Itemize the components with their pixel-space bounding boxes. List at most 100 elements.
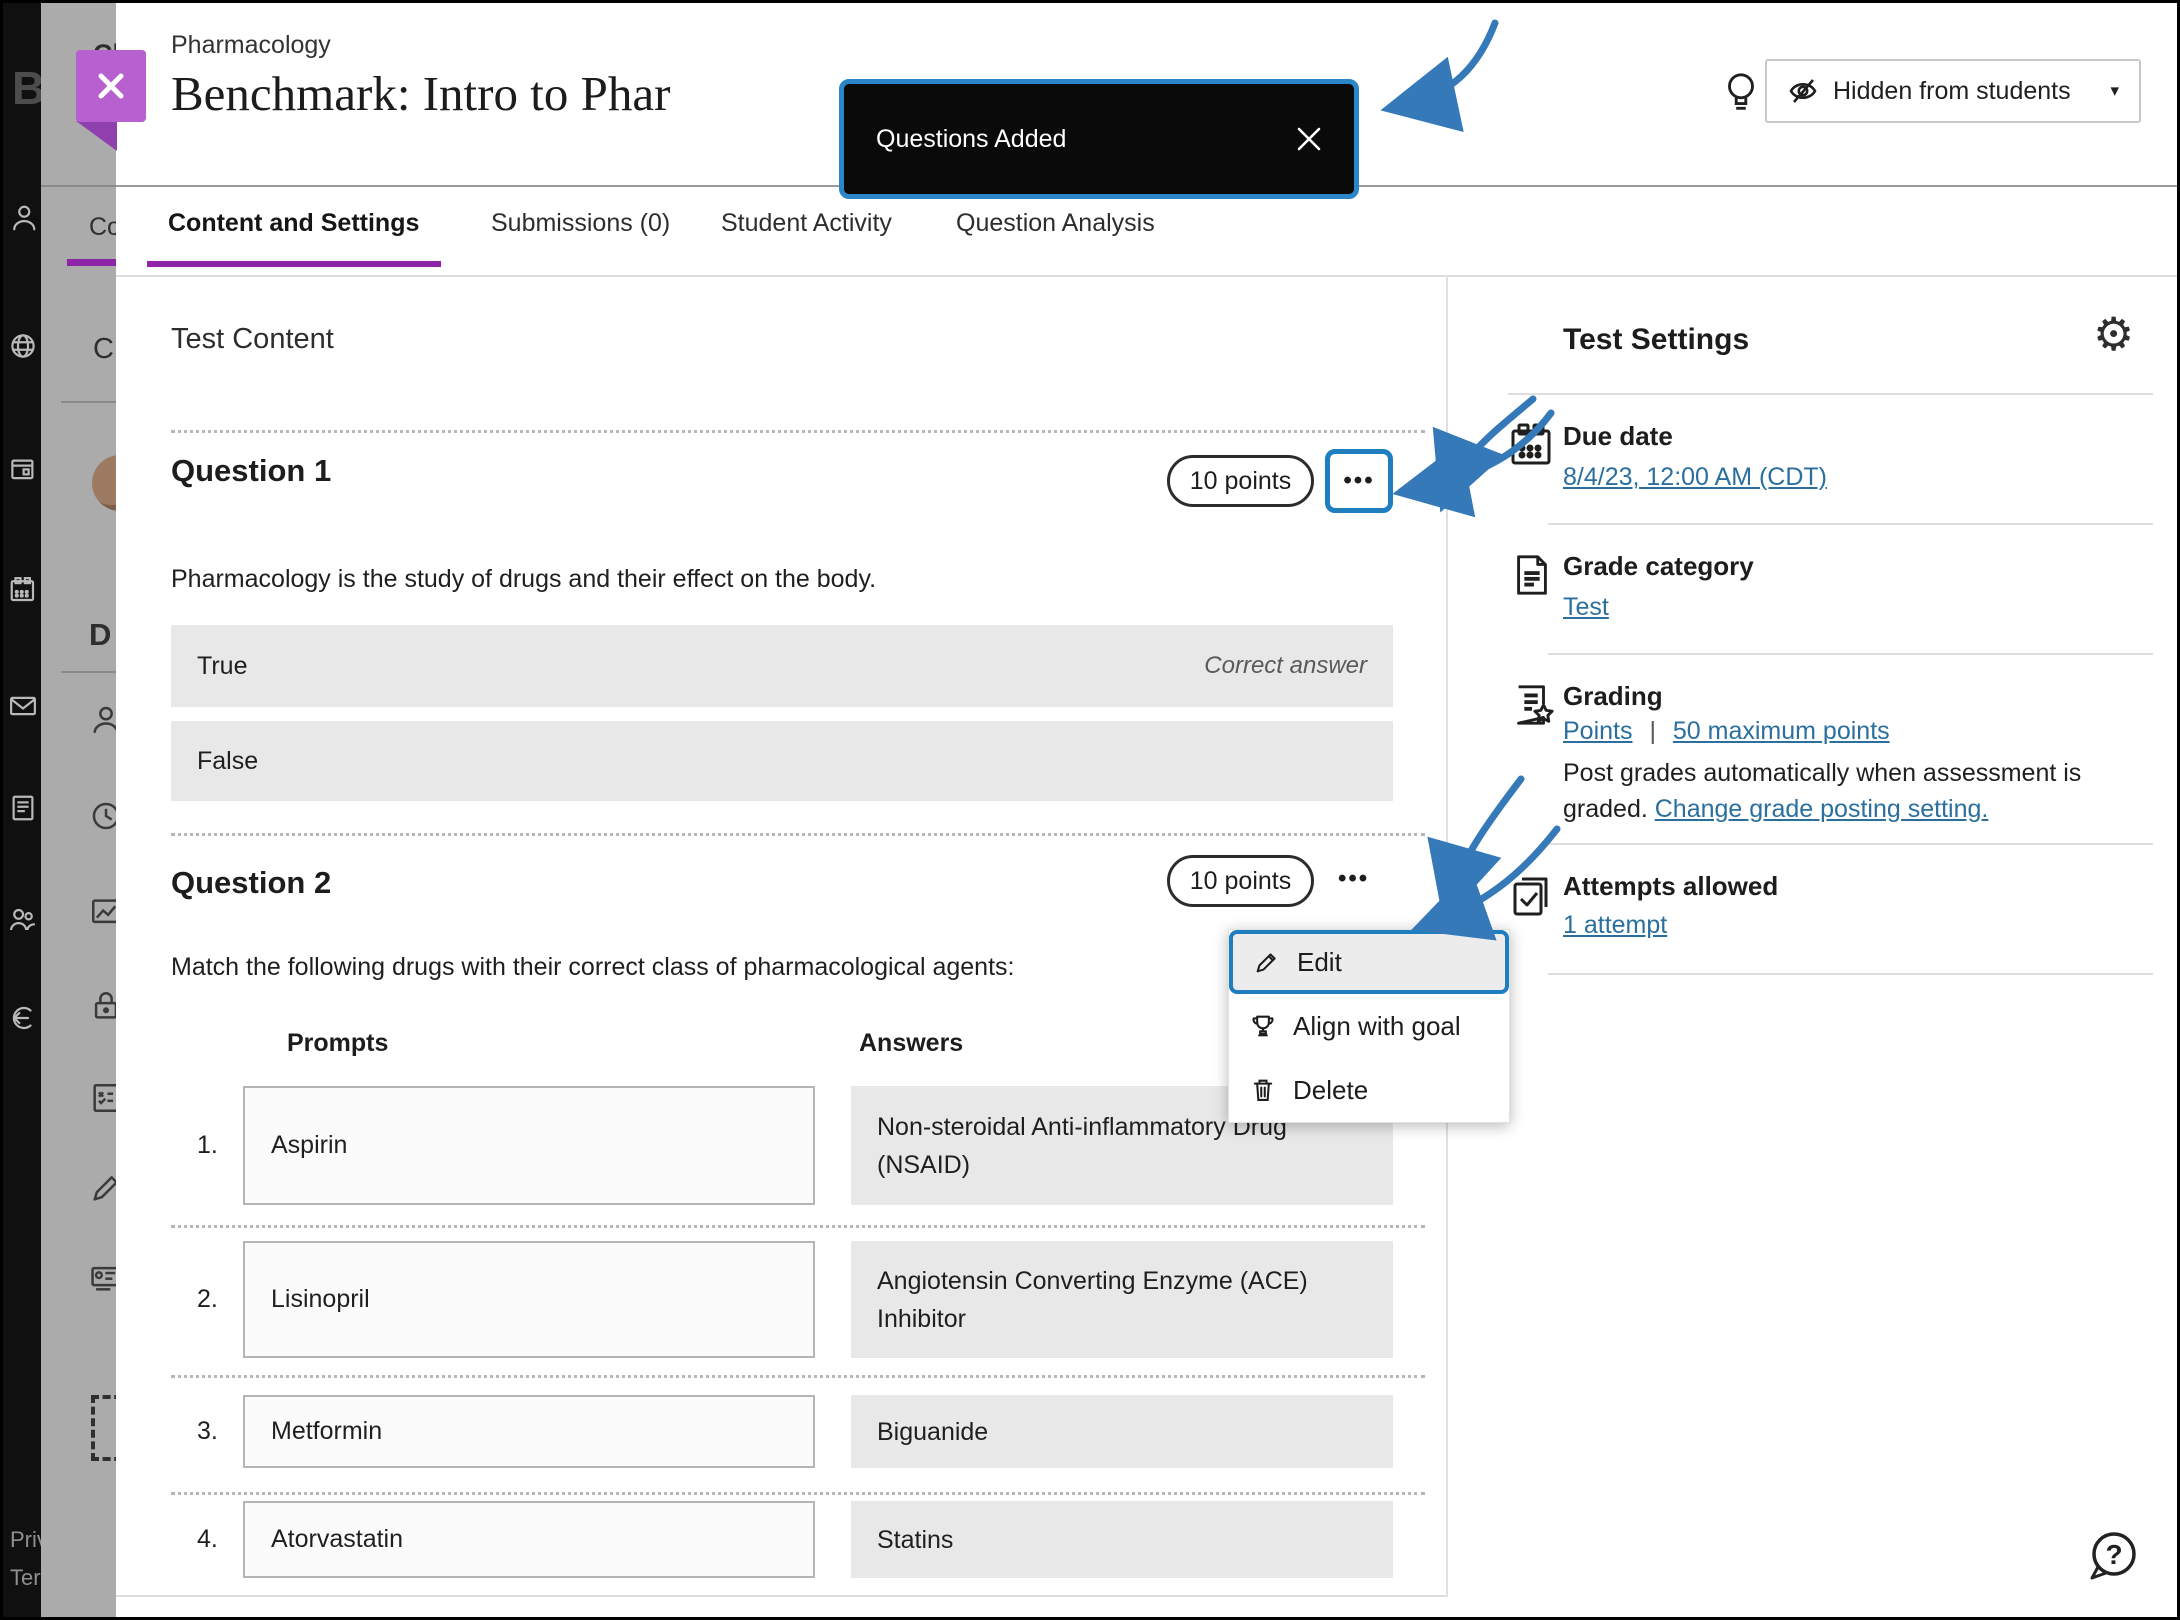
pair-number: 3. — [197, 1417, 218, 1446]
tab-question-analysis[interactable]: Question Analysis — [956, 209, 1155, 238]
answer-box: Biguanide — [851, 1395, 1393, 1468]
person-icon — [89, 703, 116, 737]
test-panel: Pharmacology Benchmark: Intro to Phar Hi… — [116, 3, 2177, 1617]
people-icon[interactable] — [8, 905, 38, 935]
answer-option-true: True Correct answer — [171, 625, 1393, 707]
signout-icon[interactable] — [8, 1003, 38, 1033]
prompt-field[interactable]: Aspirin — [243, 1086, 815, 1205]
tab-submissions[interactable]: Submissions (0) — [491, 209, 670, 238]
background-heading-2: D — [89, 617, 111, 653]
question-1-menu-button[interactable]: ••• — [1325, 449, 1393, 513]
grade-category-label: Grade category — [1563, 551, 1754, 582]
tab-content-and-settings[interactable]: Content and Settings — [168, 209, 419, 238]
answer-box: Angiotensin Converting Enzyme (ACE) Inhi… — [851, 1241, 1393, 1358]
person-icon[interactable] — [8, 203, 38, 233]
correct-answer-note: Correct answer — [1204, 652, 1367, 680]
close-panel-button[interactable] — [76, 50, 146, 122]
chart-icon — [89, 895, 116, 929]
toast-close-icon[interactable] — [1294, 124, 1324, 154]
answer-label: True — [197, 652, 247, 681]
pair-number: 4. — [197, 1525, 218, 1554]
pencil-icon — [89, 1171, 116, 1205]
globe-icon[interactable] — [8, 331, 38, 361]
calendar-icon[interactable] — [8, 575, 38, 605]
help-button[interactable]: ? — [2084, 1527, 2142, 1585]
close-icon — [93, 68, 129, 104]
ellipsis-icon: ••• — [1343, 467, 1374, 495]
question-1-text: Pharmacology is the study of drugs and t… — [171, 565, 876, 594]
max-points-link[interactable]: 50 maximum points — [1673, 717, 1890, 745]
section-heading: Test Content — [171, 323, 334, 356]
trash-icon — [1249, 1076, 1277, 1104]
attempts-link[interactable]: 1 attempt — [1563, 911, 1667, 940]
grade-posting-link[interactable]: Change grade posting setting. — [1655, 795, 1989, 823]
prompts-header: Prompts — [287, 1029, 388, 1058]
global-nav-sidebar: B Priv Ter — [3, 3, 41, 1617]
clock-icon — [89, 799, 116, 833]
visibility-dropdown[interactable]: Hidden from students ▾ — [1765, 59, 2141, 123]
question-2-text: Match the following drugs with their cor… — [171, 953, 1014, 982]
calendar-icon — [1507, 421, 1555, 469]
grading-label: Grading — [1563, 681, 1663, 712]
due-date-link[interactable]: 8/4/23, 12:00 AM (CDT) — [1563, 463, 1827, 492]
menu-item-edit[interactable]: Edit — [1229, 930, 1509, 994]
due-date-label: Due date — [1563, 421, 1673, 452]
menu-item-label: Delete — [1293, 1075, 1368, 1106]
grading-description: Post grades automatically when assessmen… — [1563, 755, 2155, 827]
active-tab-underline — [147, 261, 441, 267]
answer-option-false: False — [171, 721, 1393, 801]
prompt-field[interactable]: Atorvastatin — [243, 1501, 815, 1578]
toast-notification: Questions Added — [839, 79, 1359, 199]
mail-icon[interactable] — [8, 691, 38, 721]
question-2-menu-button[interactable]: ••• — [1338, 865, 1369, 893]
background-heading: C — [93, 333, 114, 366]
answer-box: Statins — [851, 1501, 1393, 1578]
prompt-field[interactable]: Metformin — [243, 1395, 815, 1468]
question-1-points-pill[interactable]: 10 points — [1167, 455, 1314, 507]
lock-icon — [89, 989, 116, 1023]
question-mark-icon: ? — [2105, 1539, 2122, 1570]
privacy-link[interactable]: Priv — [10, 1527, 41, 1553]
attempts-icon — [1507, 871, 1555, 919]
points-link[interactable]: Points — [1563, 717, 1632, 745]
visibility-label: Hidden from students — [1833, 77, 2096, 106]
dashed-box — [91, 1395, 116, 1461]
grade-category-icon — [1509, 551, 1555, 599]
terms-link[interactable]: Ter — [10, 1565, 41, 1591]
question-context-menu: Edit Align with goal Delete — [1228, 929, 1510, 1123]
answers-header: Answers — [859, 1029, 963, 1058]
menu-item-label: Edit — [1297, 947, 1342, 978]
pair-number: 1. — [197, 1131, 218, 1160]
screen: B Priv Ter Cl Co C — [3, 3, 2177, 1617]
id-card-icon — [89, 1261, 116, 1295]
lightbulb-icon[interactable] — [1721, 69, 1761, 115]
pair-number: 2. — [197, 1285, 218, 1314]
trophy-icon — [1249, 1012, 1277, 1040]
grade-category-link[interactable]: Test — [1563, 593, 1609, 622]
page-title: Benchmark: Intro to Phar — [171, 65, 670, 122]
gear-icon[interactable]: ⚙ — [2093, 311, 2134, 357]
screenshot-root: { "colors": { "accent_purple": "#8e24a8"… — [0, 0, 2180, 1620]
pages-icon[interactable] — [8, 455, 38, 485]
toast-message: Questions Added — [876, 125, 1294, 154]
eye-slash-icon — [1787, 75, 1819, 107]
background-page-strip: Cl Co C D — [41, 3, 116, 1617]
logo-partial: B — [12, 61, 41, 115]
test-settings-heading: Test Settings — [1563, 323, 1749, 357]
breadcrumb[interactable]: Pharmacology — [171, 31, 331, 60]
attempts-label: Attempts allowed — [1563, 871, 1778, 902]
prompt-field[interactable]: Lisinopril — [243, 1241, 815, 1358]
menu-item-align-with-goal[interactable]: Align with goal — [1229, 994, 1509, 1058]
tab-student-activity[interactable]: Student Activity — [721, 209, 892, 238]
document-icon[interactable] — [8, 793, 38, 823]
background-tab-underline — [67, 259, 116, 266]
chevron-down-icon: ▾ — [2110, 81, 2119, 101]
avatar — [92, 455, 116, 511]
grading-links: Points | 50 maximum points — [1563, 717, 1890, 746]
question-2-points-pill[interactable]: 10 points — [1167, 855, 1314, 907]
menu-item-label: Align with goal — [1293, 1011, 1461, 1042]
separator: | — [1649, 717, 1656, 745]
test-doc-icon — [89, 1081, 116, 1115]
menu-item-delete[interactable]: Delete — [1229, 1058, 1509, 1122]
pencil-icon — [1253, 948, 1281, 976]
